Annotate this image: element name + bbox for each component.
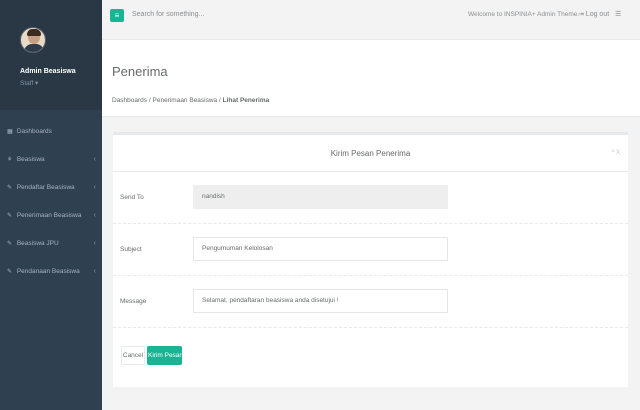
chevron-left-icon: ‹ bbox=[93, 156, 96, 163]
flower-icon: ⚘ bbox=[7, 157, 13, 163]
cancel-button[interactable]: Cancel bbox=[121, 346, 145, 365]
chevron-left-icon: ‹ bbox=[93, 212, 96, 219]
sidebar-item-label: Beasiswa JPU bbox=[16, 240, 59, 247]
top-navbar: ≡ Search for something... Welcome to INS… bbox=[102, 0, 640, 40]
sidebar-item-label: Penerimaan Beasiswa bbox=[16, 212, 82, 219]
pencil-icon: ✎ bbox=[7, 269, 13, 275]
subject-input[interactable]: Pengumuman Kelolosan bbox=[193, 237, 448, 261]
message-label: Message bbox=[120, 298, 147, 305]
sidebar-item-penerimaan-beasiswa[interactable]: ✎ Penerimaan Beasiswa ‹ bbox=[0, 202, 102, 230]
breadcrumb-item-dashboards[interactable]: Dashboards bbox=[112, 97, 147, 104]
chevron-left-icon: ‹ bbox=[93, 240, 96, 247]
form-row-message: Message Selamat, pendaftaran beasiswa an… bbox=[113, 276, 628, 328]
sidebar-item-dashboards[interactable]: ▦ Dashboards bbox=[0, 118, 102, 146]
sidebar-item-label: Beasiswa bbox=[16, 156, 45, 163]
dashboard-icon: ▦ bbox=[7, 129, 13, 135]
profile-role-dropdown[interactable]: Staff ▾ bbox=[20, 79, 38, 87]
send-message-button[interactable]: Kirim Pesan bbox=[147, 346, 183, 365]
breadcrumb: Dashboards / Penerimaan Beasiswa / Lihat… bbox=[112, 97, 269, 104]
form-row-send-to: Send To nandish bbox=[113, 172, 628, 224]
sidebar-item-label: Pendaftar Beasiswa bbox=[16, 184, 75, 191]
sidebar-nav: ▦ Dashboards ⚘ Beasiswa ‹ ✎ Pendaftar Be… bbox=[0, 118, 102, 286]
menu-toggle-button[interactable]: ≡ bbox=[110, 9, 124, 22]
message-panel: Kirim Pesan Penerima ^ X Send To nandish… bbox=[113, 132, 628, 387]
chevron-left-icon: ‹ bbox=[93, 268, 96, 275]
sidebar-item-beasiswa[interactable]: ⚘ Beasiswa ‹ bbox=[0, 146, 102, 174]
chevron-left-icon: ‹ bbox=[93, 184, 96, 191]
sidebar-item-beasiswa-jpu[interactable]: ✎ Beasiswa JPU ‹ bbox=[0, 230, 102, 258]
form-row-subject: Subject Pengumuman Kelolosan bbox=[113, 224, 628, 276]
sidebar-item-pendanaan-beasiswa[interactable]: ✎ Pendanaan Beasiswa ‹ bbox=[0, 258, 102, 286]
sidebar: Admin Beasiswa Staff ▾ ▦ Dashboards ⚘ Be… bbox=[0, 0, 102, 410]
menu-icon[interactable]: ☰ bbox=[615, 10, 621, 18]
pencil-icon: ✎ bbox=[7, 213, 13, 219]
breadcrumb-item-penerimaan[interactable]: Penerimaan Beasiswa bbox=[153, 97, 218, 104]
send-to-label: Send To bbox=[120, 194, 144, 201]
subject-label: Subject bbox=[120, 246, 142, 253]
welcome-message: Welcome to INSPINIA+ Admin Theme. bbox=[468, 11, 580, 18]
search-input[interactable]: Search for something... bbox=[132, 11, 204, 18]
profile-name: Admin Beasiswa bbox=[20, 68, 76, 75]
page-title: Penerima bbox=[112, 64, 168, 79]
sidebar-item-label: Dashboards bbox=[16, 128, 52, 135]
breadcrumb-item-active: Lihat Penerima bbox=[222, 97, 270, 104]
breadcrumb-separator: / bbox=[148, 97, 151, 104]
logout-link[interactable]: ⇥ Log out bbox=[578, 10, 609, 18]
sidebar-item-label: Pendanaan Beasiswa bbox=[16, 268, 80, 275]
breadcrumb-separator: / bbox=[219, 97, 221, 104]
panel-collapse-close-icons[interactable]: ^ X bbox=[612, 135, 620, 172]
panel-title: Kirim Pesan Penerima bbox=[113, 135, 628, 172]
sidebar-item-pendaftar-beasiswa[interactable]: ✎ Pendaftar Beasiswa ‹ bbox=[0, 174, 102, 202]
profile-block: Admin Beasiswa Staff ▾ bbox=[0, 0, 102, 110]
page-heading: Penerima Dashboards / Penerimaan Beasisw… bbox=[102, 40, 640, 117]
pencil-icon: ✎ bbox=[7, 185, 13, 191]
message-input[interactable]: Selamat, pendaftaran beasiswa anda diset… bbox=[193, 289, 448, 313]
send-to-field: nandish bbox=[193, 185, 448, 209]
avatar[interactable] bbox=[20, 27, 46, 53]
pencil-icon: ✎ bbox=[7, 241, 13, 247]
